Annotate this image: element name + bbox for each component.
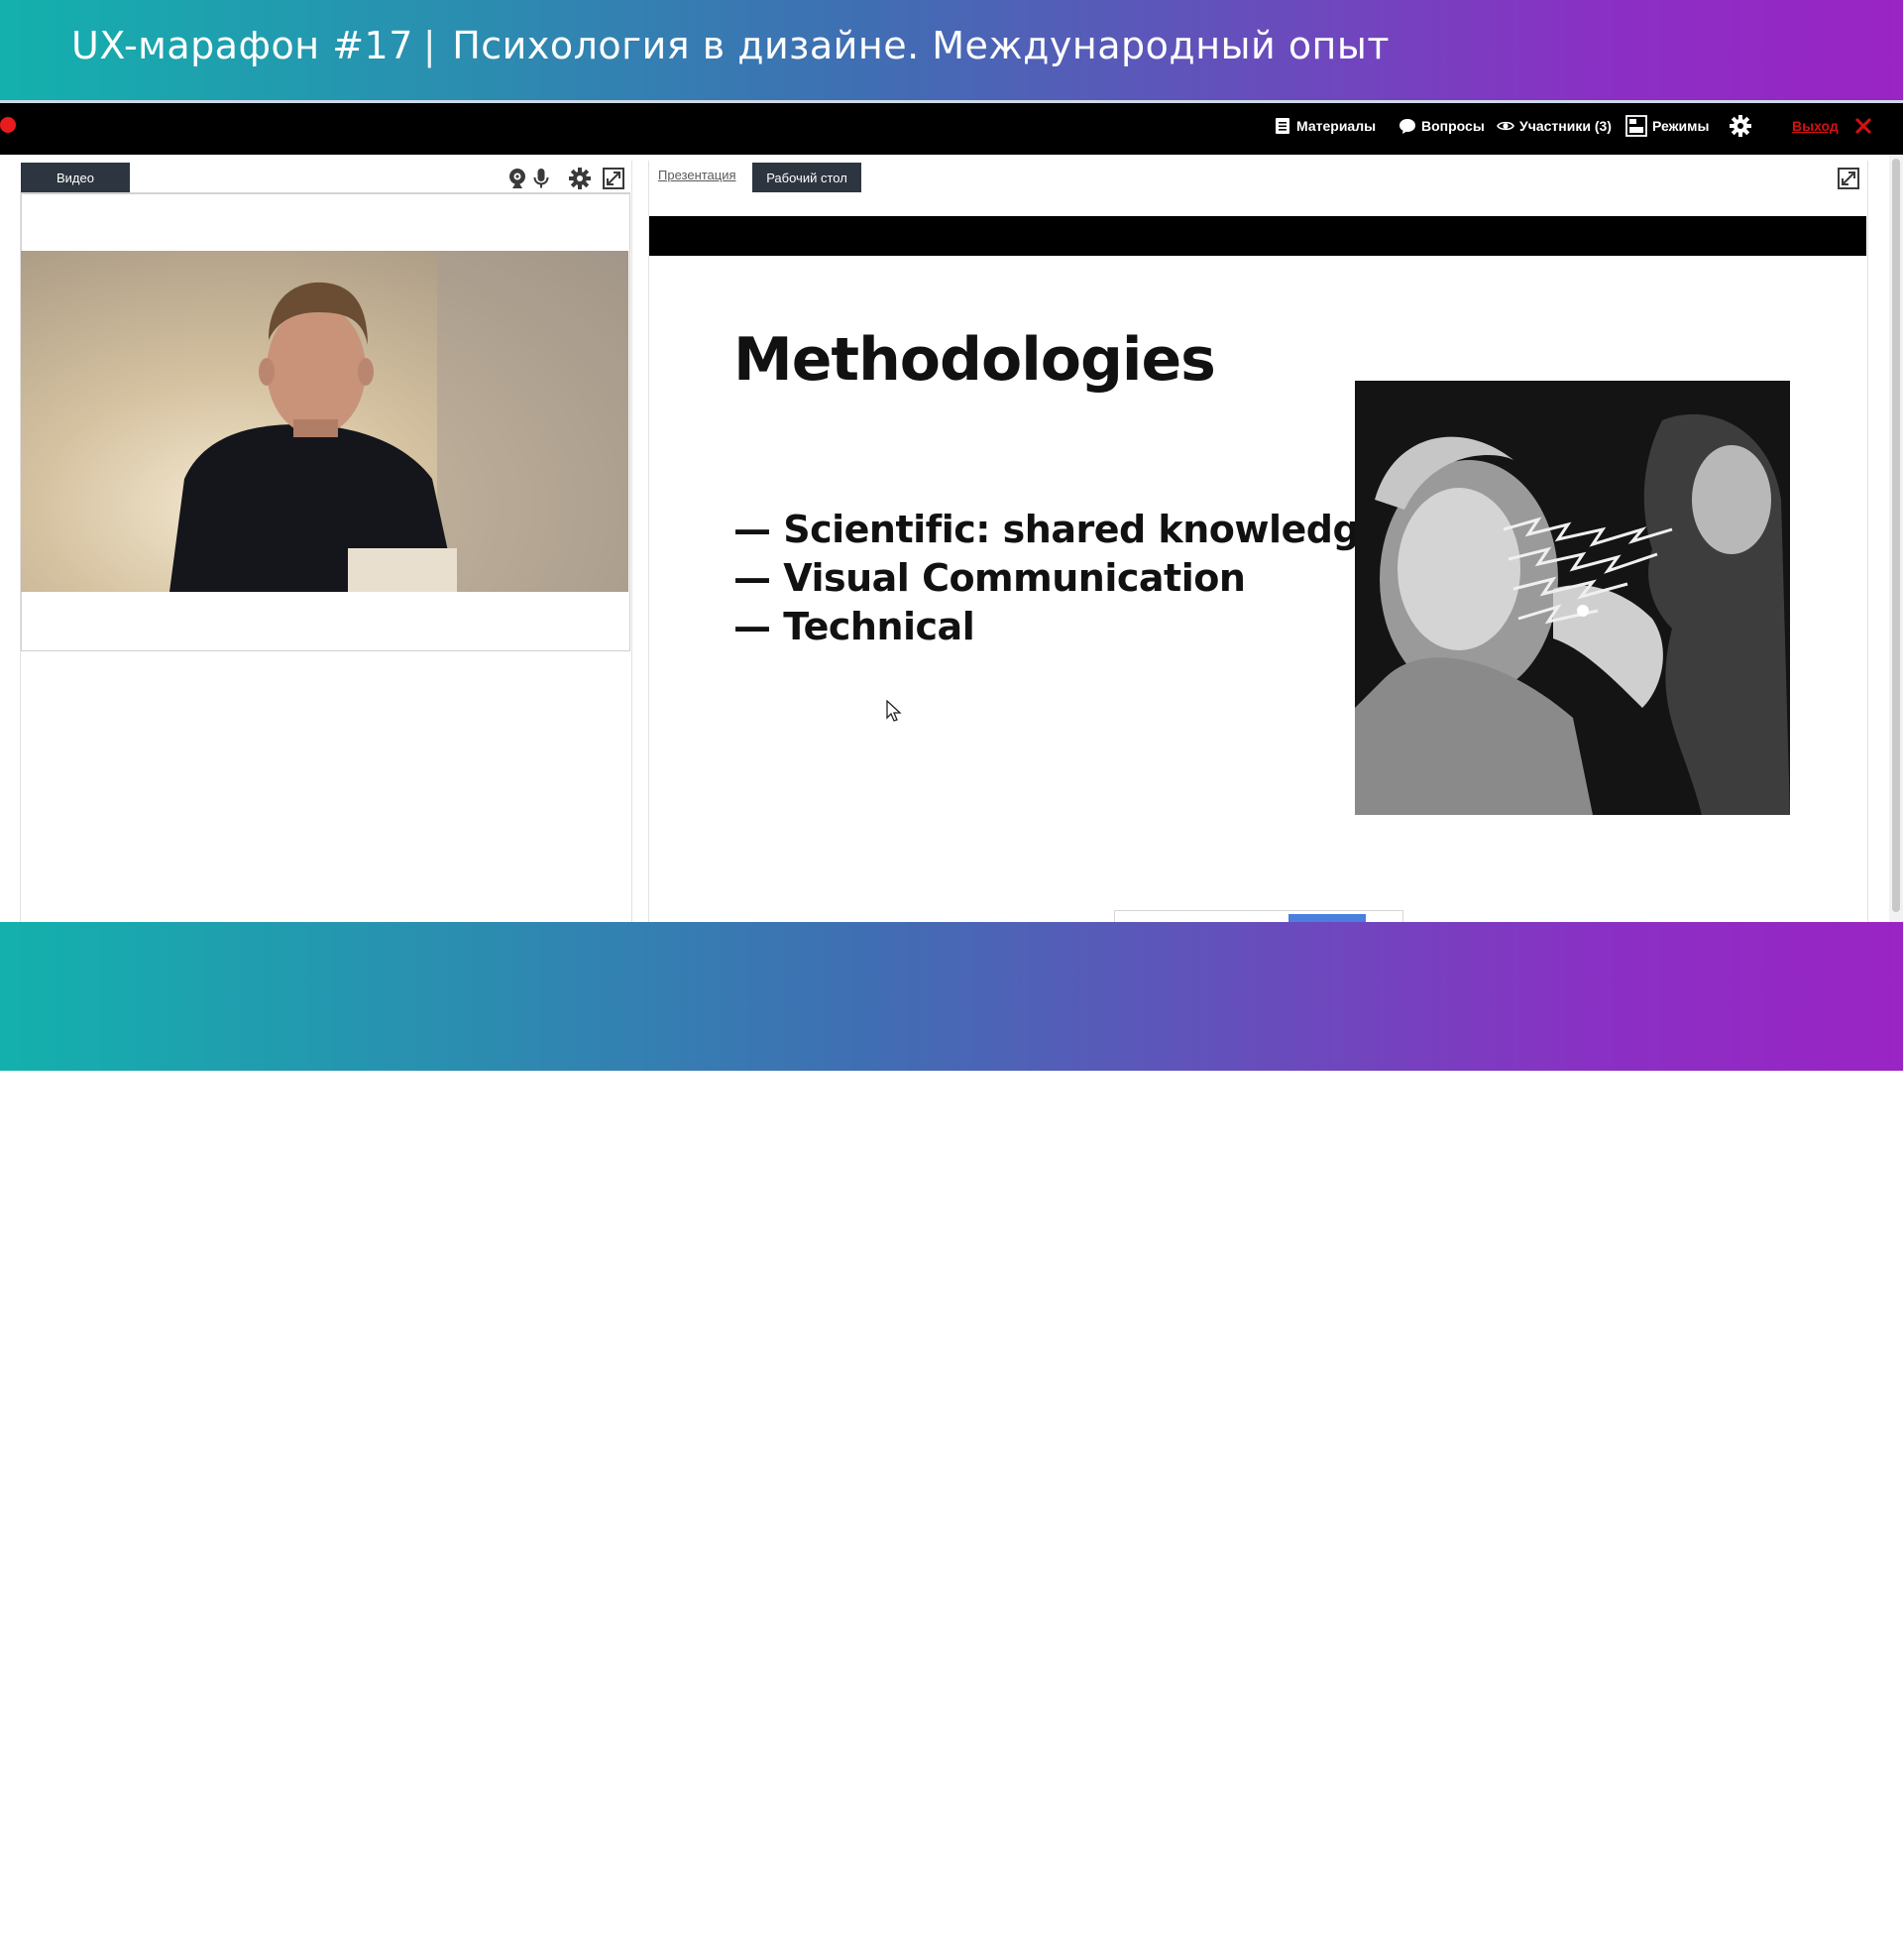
- expand-presentation-icon[interactable]: [1838, 168, 1859, 189]
- speaker-role: Principal Designer, Farfetch, Великобрит…: [65, 1929, 687, 1960]
- banner-separator: |: [422, 24, 437, 67]
- participants-button[interactable]: Участники (3): [1497, 116, 1612, 136]
- top-banner: UX-марафон #17 | Психология в дизайне. Меж…: [0, 0, 1903, 100]
- chat-bubble-icon: [1399, 119, 1415, 134]
- participants-label: Участники (3): [1519, 118, 1612, 134]
- questions-label: Вопросы: [1421, 118, 1485, 134]
- speaker-webcam-image: [169, 251, 628, 592]
- hypnosis-illustration-image: [1355, 381, 1790, 815]
- shared-screen-topbar: [649, 216, 1866, 256]
- materials-label: Материалы: [1296, 118, 1377, 134]
- mouse-cursor-icon: [886, 700, 902, 722]
- gear-icon: [1730, 115, 1751, 137]
- exit-label: Выход: [1792, 118, 1839, 134]
- questions-button[interactable]: Вопросы: [1399, 116, 1485, 136]
- speaker-name: Александр Арцвуни: [65, 1867, 561, 1920]
- settings-button[interactable]: [1729, 115, 1752, 137]
- event-topic: Психология в дизайне. Международный опыт: [452, 24, 1391, 67]
- microphone-icon[interactable]: [529, 167, 553, 190]
- event-name: UX-марафон #17: [71, 24, 413, 67]
- scrollbar-thumb[interactable]: [1892, 159, 1900, 912]
- record-indicator-icon: [0, 117, 16, 133]
- eye-icon: [1497, 121, 1514, 131]
- exit-button[interactable]: Выход: [1792, 116, 1873, 136]
- slide-illustration: [1355, 381, 1790, 815]
- tab-video[interactable]: Видео: [21, 163, 130, 192]
- slide-bullet: — Technical: [733, 605, 975, 648]
- webcam-icon[interactable]: [505, 167, 529, 190]
- tab-desktop[interactable]: Рабочий стол: [752, 163, 861, 192]
- speaker-banner: Александр Арцвуни Principal Designer, Fa…: [0, 922, 1903, 1960]
- room-title: Международный UX-Марафон "Психология в д…: [19, 115, 534, 136]
- slide-title: Methodologies: [733, 325, 1216, 395]
- banner-title: UX-марафон #17 | Психология в дизайне. Меж…: [71, 24, 1390, 67]
- slide-bullet-list: — Scientific: shared knowledge — Visual …: [733, 506, 1385, 651]
- page-scrollbar[interactable]: [1889, 155, 1903, 922]
- video-settings-gear-icon[interactable]: [568, 167, 592, 190]
- slide-bullet: — Visual Communication: [733, 556, 1246, 600]
- speaker-video: [21, 251, 628, 592]
- close-icon: [1854, 117, 1871, 135]
- slide-bullet: — Scientific: shared knowledge: [733, 508, 1385, 551]
- tab-presentation[interactable]: Презентация: [658, 168, 736, 182]
- modes-label: Режимы: [1652, 118, 1710, 134]
- modes-button[interactable]: Режимы: [1625, 115, 1710, 137]
- materials-button[interactable]: Материалы: [1274, 116, 1376, 136]
- layout-modes-icon: [1625, 115, 1647, 137]
- expand-video-icon[interactable]: [602, 167, 625, 190]
- materials-icon: [1276, 118, 1289, 134]
